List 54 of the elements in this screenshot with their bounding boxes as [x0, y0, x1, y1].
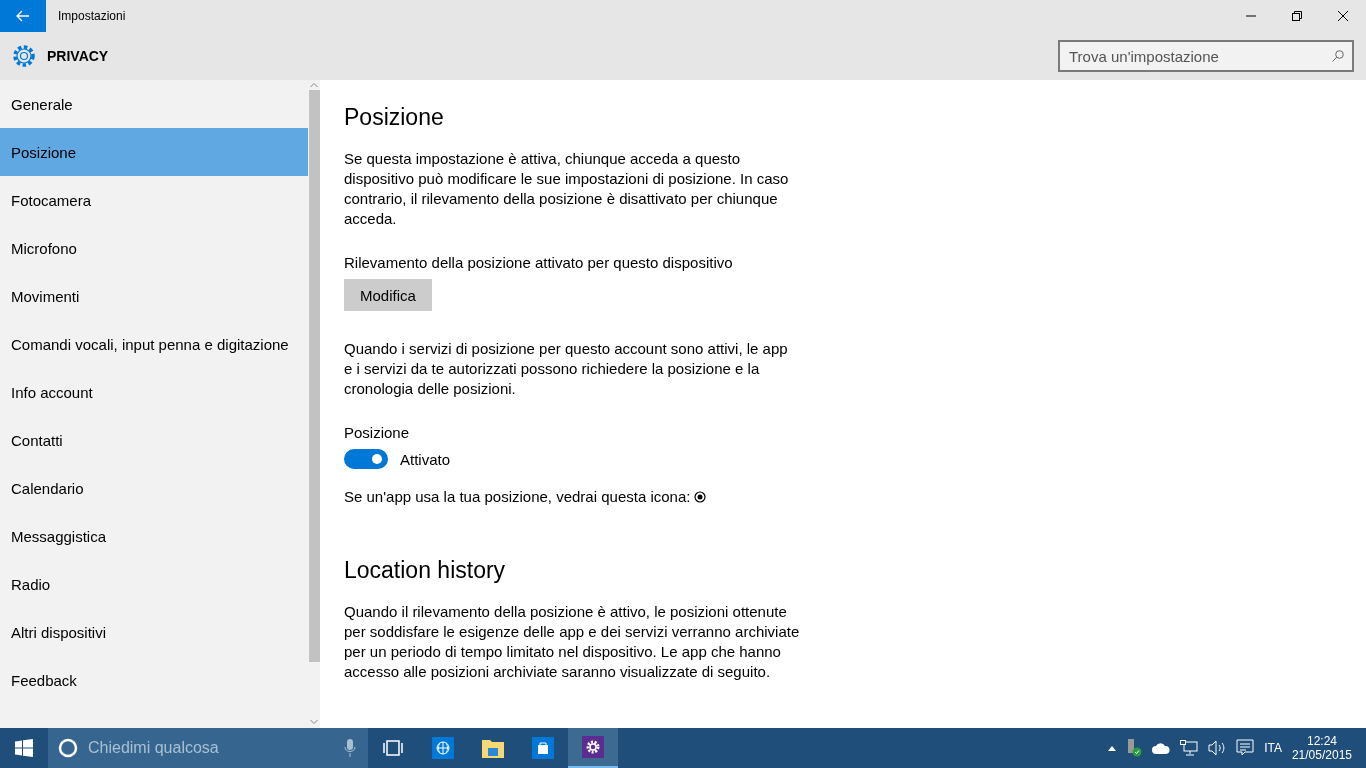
edit-button[interactable]: Modifica: [344, 279, 432, 311]
section-heading: Posizione: [344, 104, 445, 131]
caret-up-icon[interactable]: [1108, 745, 1117, 751]
network-icon[interactable]: [1180, 740, 1199, 756]
settings-icon: [11, 43, 37, 69]
icon-note-text: Se un'app usa la tua posizione, vedrai questa icona:: [344, 487, 691, 507]
page-title: PRIVACY: [47, 48, 110, 64]
sidebar-item[interactable]: Microfono: [0, 224, 308, 272]
back-arrow-icon: [16, 10, 30, 22]
usb-device-icon[interactable]: [1126, 739, 1143, 757]
windows-logo-icon: [15, 739, 33, 757]
speaker-icon[interactable]: [1208, 740, 1227, 756]
sidebar-item[interactable]: Messaggistica: [0, 512, 308, 560]
taskbar-search-field[interactable]: Chiedimi qualcosa: [48, 728, 368, 768]
description-text: Se questa impostazione è attiva, chiunque acceda a questo dispositivo può modificare le sue impostazioni di posizione. In caso contrario, il rilevamento della posizione è disattivato per chiunque acceda.: [344, 149, 790, 229]
sidebar-item[interactable]: Altri dispositivi: [0, 608, 308, 656]
gear-icon: [582, 736, 604, 758]
device-status-text: Rilevamento della posizione attivato per questo dispositivo: [344, 253, 733, 273]
toggle-state-text: Attivato: [400, 450, 451, 468]
folder-icon: [482, 738, 504, 758]
location-dot-icon: [694, 491, 707, 503]
sidebar-item[interactable]: Feedback: [0, 656, 308, 704]
clock-time[interactable]: 12:24: [1306, 734, 1337, 748]
sidebar-item[interactable]: Fotocamera: [0, 176, 308, 224]
search-field[interactable]: Trova un'impostazione: [1058, 40, 1354, 72]
notification-icon[interactable]: [1236, 739, 1255, 757]
sidebar-item[interactable]: Contatti: [0, 416, 308, 464]
sidebar-item[interactable]: Posizione: [0, 128, 308, 176]
search-icon: [1332, 50, 1344, 62]
microphone-icon[interactable]: [344, 738, 356, 758]
window-title: Impostazioni: [58, 9, 127, 23]
task-view-icon: [383, 740, 403, 756]
cloud-icon[interactable]: [1152, 742, 1171, 754]
back-button[interactable]: [0, 0, 46, 32]
close-icon: [1338, 11, 1348, 21]
sidebar-item[interactable]: Radio: [0, 560, 308, 608]
restore-icon: [1292, 11, 1302, 21]
section-heading: Location history: [344, 557, 507, 584]
description-text: Quando il rilevamento della posizione è attivo, le posizioni ottenute per soddisfare le esigenze delle app e dei servizi verranno archiviate per un periodo di tempo limitato nel dispositivo. Le app che hanno accesso alle posizioni archiviate saranno visualizzate di seguito.: [344, 602, 800, 682]
globe-icon: [432, 737, 454, 759]
clock-date[interactable]: 21/05/2015: [1291, 748, 1352, 762]
toggle-label: Posizione: [344, 423, 410, 443]
taskbar-app[interactable]: [568, 728, 618, 768]
language-indicator[interactable]: ITA: [1264, 741, 1282, 755]
sidebar-item[interactable]: Comandi vocali, input penna e digitazione: [0, 320, 308, 368]
shopping-bag-icon: [532, 737, 554, 759]
sidebar-item[interactable]: Calendario: [0, 464, 308, 512]
toggle-switch[interactable]: [344, 449, 388, 469]
scrollbar-thumb[interactable]: [308, 90, 320, 662]
description-text: Quando i servizi di posizione per questo account sono attivi, le app e i servizi da te autorizzati possono richiedere la posizione e la cronologia delle posizioni.: [344, 339, 789, 399]
sidebar-item[interactable]: Info account: [0, 368, 308, 416]
sidebar-item[interactable]: Generale: [0, 80, 308, 128]
sidebar-item[interactable]: Movimenti: [0, 272, 308, 320]
circle-icon: [58, 738, 78, 758]
